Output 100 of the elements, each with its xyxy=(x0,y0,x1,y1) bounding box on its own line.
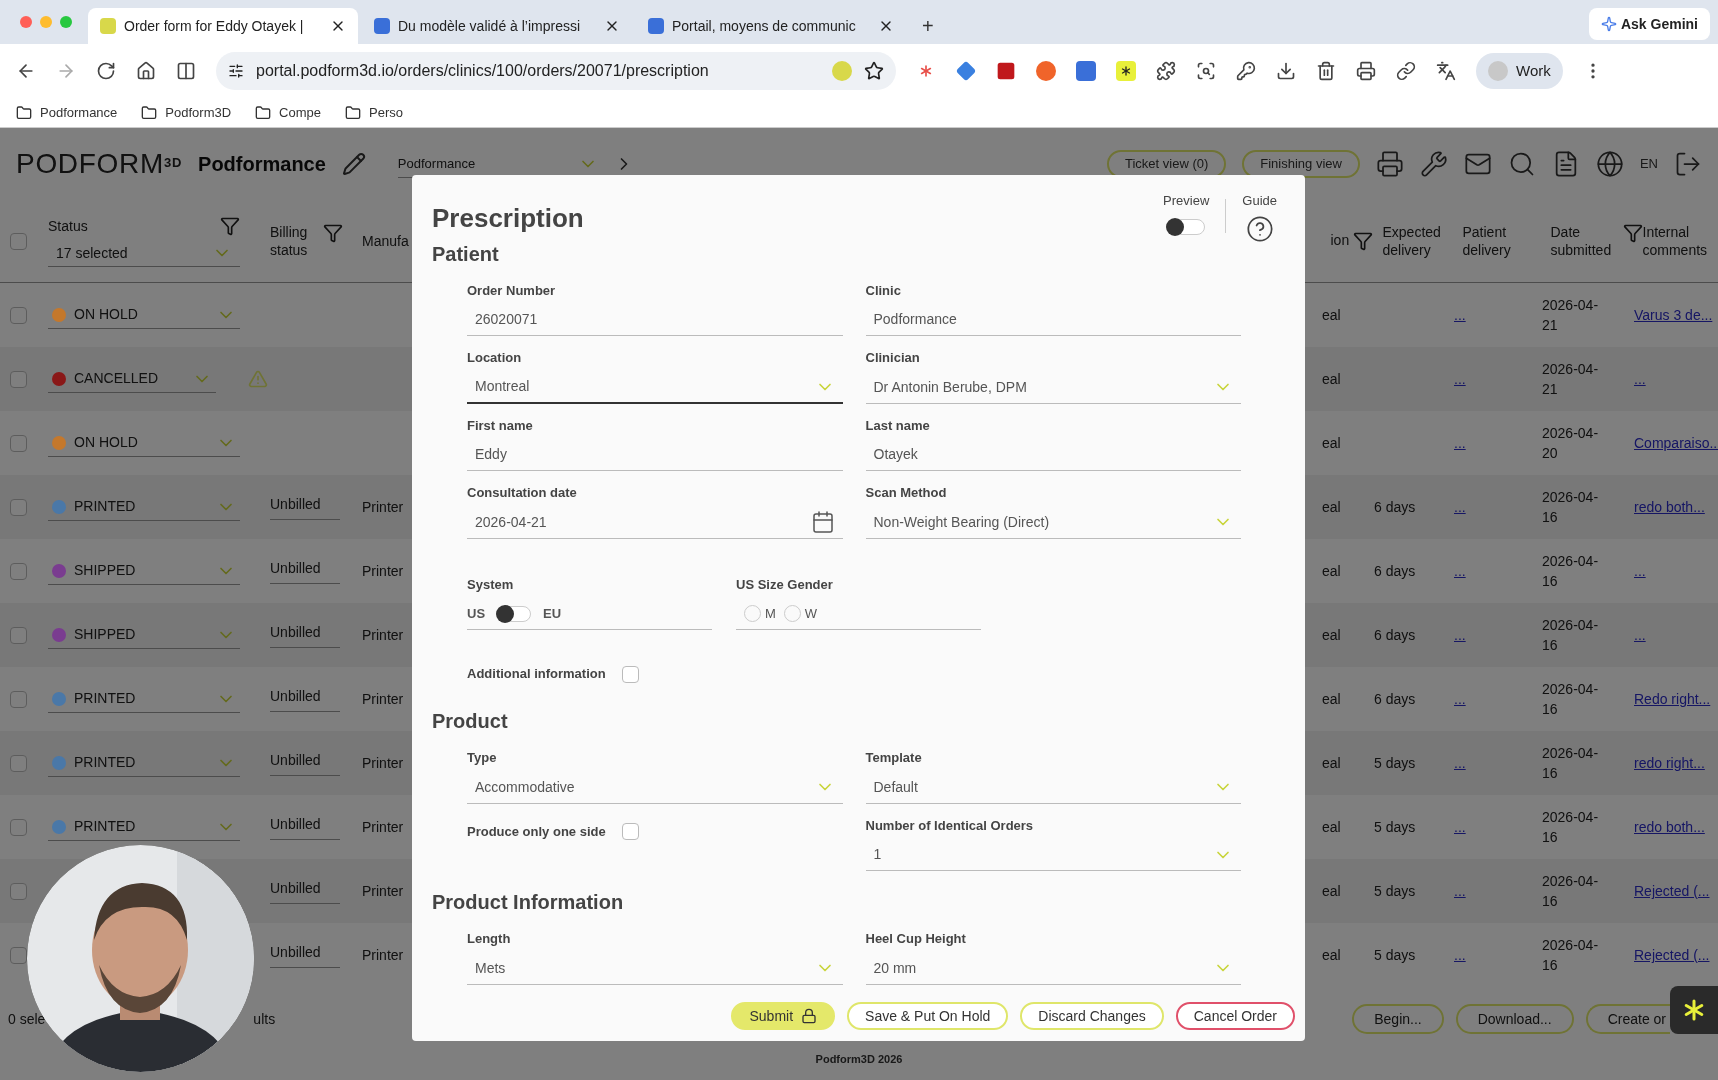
bookmark-star-icon[interactable] xyxy=(864,61,884,81)
comment-link[interactable]: Redo right... xyxy=(1634,689,1714,709)
dialog-button[interactable]: Cancel Order xyxy=(1175,1002,1295,1030)
comment-link[interactable]: Rejected (... xyxy=(1634,945,1714,965)
status-select[interactable]: PRINTED xyxy=(48,813,240,841)
link-icon[interactable] xyxy=(1396,61,1416,81)
bookmark[interactable]: Podform3D xyxy=(141,102,232,123)
status-filter-select[interactable]: 17 selected xyxy=(48,240,240,267)
bookmark[interactable]: Podformance xyxy=(16,102,118,123)
footer-button[interactable]: Download... xyxy=(1455,1004,1574,1034)
globe-icon[interactable] xyxy=(1595,150,1624,178)
download-icon[interactable] xyxy=(1276,61,1296,81)
select-field[interactable]: Non-Weight Bearing (Direct) xyxy=(865,506,1241,539)
circle-logo-icon[interactable] xyxy=(1036,61,1056,81)
filter-icon[interactable] xyxy=(323,223,343,243)
select-field[interactable]: Mets xyxy=(467,952,843,985)
checkbox[interactable] xyxy=(10,562,27,580)
patient-delivery-link[interactable]: ... xyxy=(1454,370,1466,387)
footer-button[interactable]: Begin... xyxy=(1352,1004,1444,1034)
language-label[interactable]: EN xyxy=(1639,154,1658,174)
site-settings-icon[interactable] xyxy=(228,63,244,79)
help-icon[interactable] xyxy=(1245,214,1274,243)
system-toggle[interactable] xyxy=(497,605,532,622)
comment-link[interactable]: redo both... xyxy=(1634,497,1714,517)
status-select[interactable]: PRINTED xyxy=(48,749,240,777)
text-field[interactable]: Otayek xyxy=(865,439,1241,471)
select-field[interactable]: Accommodative xyxy=(467,771,843,804)
wrench-icon[interactable] xyxy=(1419,150,1448,178)
status-select[interactable]: SHIPPED xyxy=(48,621,240,649)
billing-select[interactable]: Unbilled xyxy=(270,686,340,712)
comment-link[interactable]: ... xyxy=(1634,625,1714,645)
browser-tab[interactable]: Order form for Eddy Otayek | xyxy=(88,8,358,44)
checkbox[interactable] xyxy=(10,754,27,772)
screen-search-icon[interactable] xyxy=(1196,61,1216,81)
checkbox[interactable] xyxy=(10,882,27,900)
date-field[interactable]: 2026-04-21 xyxy=(467,506,843,539)
radio-option[interactable]: W xyxy=(783,603,818,624)
filter-icon[interactable] xyxy=(220,215,240,236)
diamond-icon[interactable] xyxy=(956,61,976,81)
translate-icon[interactable] xyxy=(1436,61,1456,81)
select-field[interactable]: Montreal xyxy=(467,371,843,404)
billing-select[interactable]: Unbilled xyxy=(270,558,340,584)
dialog-button[interactable]: Discard Changes xyxy=(1020,1002,1164,1030)
comment-link[interactable]: redo right... xyxy=(1634,753,1714,773)
printer-icon[interactable] xyxy=(1356,61,1376,81)
patient-delivery-link[interactable]: ... xyxy=(1454,882,1466,899)
pencil-icon[interactable] xyxy=(341,152,366,176)
patient-delivery-link[interactable]: ... xyxy=(1454,754,1466,771)
printer-icon[interactable] xyxy=(1375,150,1404,178)
home-icon[interactable] xyxy=(136,61,156,81)
select-field[interactable]: Dr Antonin Berube, DPM xyxy=(865,371,1241,404)
assistant-button[interactable] xyxy=(1670,986,1718,1034)
bookmark[interactable]: Compe xyxy=(255,102,321,123)
text-field[interactable]: Podformance xyxy=(865,304,1241,336)
status-select[interactable]: ON HOLD xyxy=(48,301,240,329)
billing-select[interactable]: Unbilled xyxy=(270,814,340,840)
browser-tab[interactable]: Portail, moyens de communic xyxy=(636,8,906,44)
window-close-button[interactable] xyxy=(20,16,32,28)
bookmark[interactable]: Perso xyxy=(345,102,403,123)
billing-select[interactable]: Unbilled xyxy=(270,878,340,904)
checkbox[interactable] xyxy=(621,823,639,840)
select-field[interactable]: 20 mm xyxy=(865,952,1241,985)
checkbox[interactable] xyxy=(10,370,27,388)
browser-tab[interactable]: Du modèle validé à l’impressi xyxy=(362,8,632,44)
patient-delivery-link[interactable]: ... xyxy=(1454,626,1466,643)
patient-delivery-link[interactable]: ... xyxy=(1454,434,1466,451)
dialog-button[interactable]: Save & Put On Hold xyxy=(847,1002,1009,1030)
ask-gemini-button[interactable]: Ask Gemini xyxy=(1588,8,1710,40)
patient-delivery-link[interactable]: ... xyxy=(1454,690,1466,707)
text-field[interactable]: 26020071 xyxy=(467,304,843,336)
address-bar[interactable]: portal.podform3d.io/orders/clinics/100/orders/20071/prescription xyxy=(216,52,896,90)
calendar-icon[interactable] xyxy=(810,510,835,534)
preview-toggle[interactable] xyxy=(1167,218,1206,235)
comment-link[interactable]: Varus 3 de... xyxy=(1634,305,1714,325)
status-select[interactable]: PRINTED xyxy=(48,493,240,521)
radio-option[interactable]: M xyxy=(744,603,776,624)
checkbox[interactable] xyxy=(10,306,27,324)
billing-select[interactable]: Unbilled xyxy=(270,622,340,648)
text-field[interactable]: Eddy xyxy=(467,439,843,471)
select-field[interactable]: Default xyxy=(865,771,1241,804)
filter-icon[interactable] xyxy=(1353,231,1374,251)
comment-link[interactable]: Comparaiso... xyxy=(1634,433,1714,453)
checkbox[interactable] xyxy=(10,690,27,708)
profile-button[interactable]: Work xyxy=(1476,53,1563,89)
checkbox[interactable] xyxy=(10,946,27,964)
billing-select[interactable]: Unbilled xyxy=(270,494,340,520)
patient-delivery-link[interactable]: ... xyxy=(1454,498,1466,515)
comment-link[interactable]: ... xyxy=(1634,561,1714,581)
status-select[interactable]: PRINTED xyxy=(48,685,240,713)
checkbox[interactable] xyxy=(621,665,639,683)
square-icon[interactable] xyxy=(996,61,1016,81)
asterisk-square-icon[interactable] xyxy=(1116,61,1136,81)
status-select[interactable]: CANCELLED xyxy=(48,365,216,393)
patient-delivery-link[interactable]: ... xyxy=(1454,306,1466,323)
filter-icon[interactable] xyxy=(1622,223,1643,243)
billing-select[interactable]: Unbilled xyxy=(270,942,340,968)
comment-link[interactable]: ... xyxy=(1634,369,1714,389)
checkbox[interactable] xyxy=(10,498,27,516)
patient-delivery-link[interactable]: ... xyxy=(1454,818,1466,835)
patient-delivery-link[interactable]: ... xyxy=(1454,946,1466,963)
